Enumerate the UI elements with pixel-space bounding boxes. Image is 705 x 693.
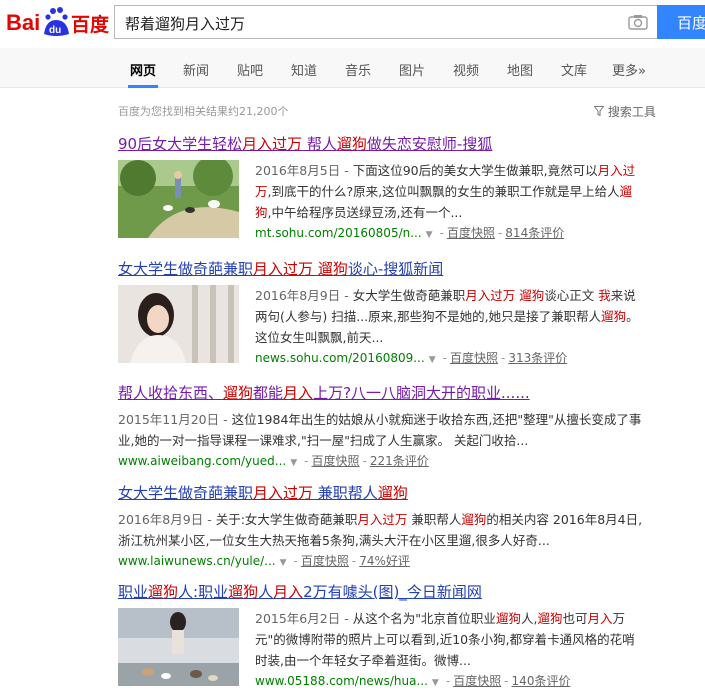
search-result: 90后女大学生轻松月入过万 帮人遛狗做失恋安慰师-搜狐 2016年8月5日 - … — [118, 134, 658, 242]
tab-music[interactable]: 音乐 — [345, 60, 371, 79]
result-url[interactable]: www.aiweibang.com/yued... — [118, 454, 286, 468]
dropdown-arrow-icon[interactable]: ▼ — [426, 230, 433, 240]
search-result: 帮人收拾东西、遛狗都能月入上万?八一八脑洞大开的职业...... 2015年11… — [118, 383, 658, 473]
result-url[interactable]: www.05188.com/news/hua... — [255, 674, 428, 688]
tab-more[interactable]: 更多» — [612, 60, 646, 79]
result-title-link[interactable]: 女大学生做奇葩兼职月入过万 兼职帮人遛狗 — [118, 483, 658, 503]
snapshot-link[interactable]: 百度快照 — [311, 454, 359, 468]
tab-news[interactable]: 新闻 — [183, 60, 209, 79]
tab-web[interactable]: 网页 — [130, 60, 156, 79]
result-title-link[interactable]: 90后女大学生轻松月入过万 帮人遛狗做失恋安慰师-搜狐 — [118, 134, 658, 154]
svg-text:Bai: Bai — [6, 10, 40, 35]
tab-images[interactable]: 图片 — [399, 60, 425, 79]
result-thumbnail[interactable] — [118, 160, 239, 238]
svg-text:百度: 百度 — [71, 13, 110, 36]
review-link[interactable]: 313条评价 — [508, 351, 567, 365]
tab-bar: 网页 新闻 贴吧 知道 音乐 图片 视频 地图 文库 更多» — [0, 48, 705, 88]
filter-icon — [593, 106, 605, 117]
tab-tieba[interactable]: 贴吧 — [237, 60, 263, 79]
snapshot-link[interactable]: 百度快照 — [453, 674, 501, 688]
review-link[interactable]: 221条评价 — [370, 454, 429, 468]
search-tools-label: 搜索工具 — [607, 105, 656, 119]
camera-icon[interactable] — [628, 14, 648, 30]
tab-video[interactable]: 视频 — [453, 60, 479, 79]
svg-text:du: du — [49, 25, 61, 36]
tab-zhidao[interactable]: 知道 — [291, 60, 317, 79]
baidu-logo[interactable]: Bai du 百度 — [6, 4, 110, 40]
result-url[interactable]: mt.sohu.com/20160805/n... — [255, 226, 422, 240]
tab-map[interactable]: 地图 — [507, 60, 533, 79]
search-result: 职业遛狗人:职业遛狗人月入2万有噱头(图)_今日新闻网 2015年6月2日 - … — [118, 582, 658, 690]
result-title-link[interactable]: 职业遛狗人:职业遛狗人月入2万有噱头(图)_今日新闻网 — [118, 582, 658, 602]
snapshot-link[interactable]: 百度快照 — [450, 351, 498, 365]
tab-wenku[interactable]: 文库 — [561, 60, 587, 79]
result-title-link[interactable]: 女大学生做奇葩兼职月入过万 遛狗谈心-搜狐新闻 — [118, 259, 658, 279]
search-button[interactable]: 百度 — [657, 5, 705, 39]
search-query[interactable]: 帮着遛狗月入过万 — [125, 13, 245, 34]
result-title-link[interactable]: 帮人收拾东西、遛狗都能月入上万?八一八脑洞大开的职业...... — [118, 383, 658, 403]
snapshot-link[interactable]: 百度快照 — [447, 226, 495, 240]
result-url[interactable]: news.sohu.com/20160809... — [255, 351, 425, 365]
search-result: 女大学生做奇葩兼职月入过万 遛狗谈心-搜狐新闻 2016年8月9日 - 女大学生… — [118, 259, 658, 367]
result-thumbnail[interactable] — [118, 608, 239, 686]
result-thumbnail[interactable] — [118, 285, 239, 363]
active-tab-indicator — [128, 85, 158, 88]
search-input[interactable]: 帮着遛狗月入过万 — [114, 5, 658, 39]
review-link[interactable]: 140条评价 — [512, 674, 571, 688]
rating-link[interactable]: 74%好评 — [359, 554, 410, 568]
dropdown-arrow-icon[interactable]: ▼ — [290, 458, 297, 468]
search-tools[interactable]: 搜索工具 — [593, 103, 656, 120]
search-result: 女大学生做奇葩兼职月入过万 兼职帮人遛狗 2016年8月9日 - 关于:女大学生… — [118, 483, 658, 573]
header: Bai du 百度 帮着遛狗月入过万 百度 — [0, 0, 705, 48]
result-url[interactable]: www.laiwunews.cn/yule/... — [118, 554, 276, 568]
snapshot-link[interactable]: 百度快照 — [301, 554, 349, 568]
dropdown-arrow-icon[interactable]: ▼ — [280, 558, 287, 568]
dropdown-arrow-icon[interactable]: ▼ — [429, 355, 436, 365]
review-link[interactable]: 814条评价 — [505, 226, 564, 240]
result-count: 百度为您找到相关结果约21,200个 — [118, 105, 289, 118]
dropdown-arrow-icon[interactable]: ▼ — [432, 678, 439, 688]
